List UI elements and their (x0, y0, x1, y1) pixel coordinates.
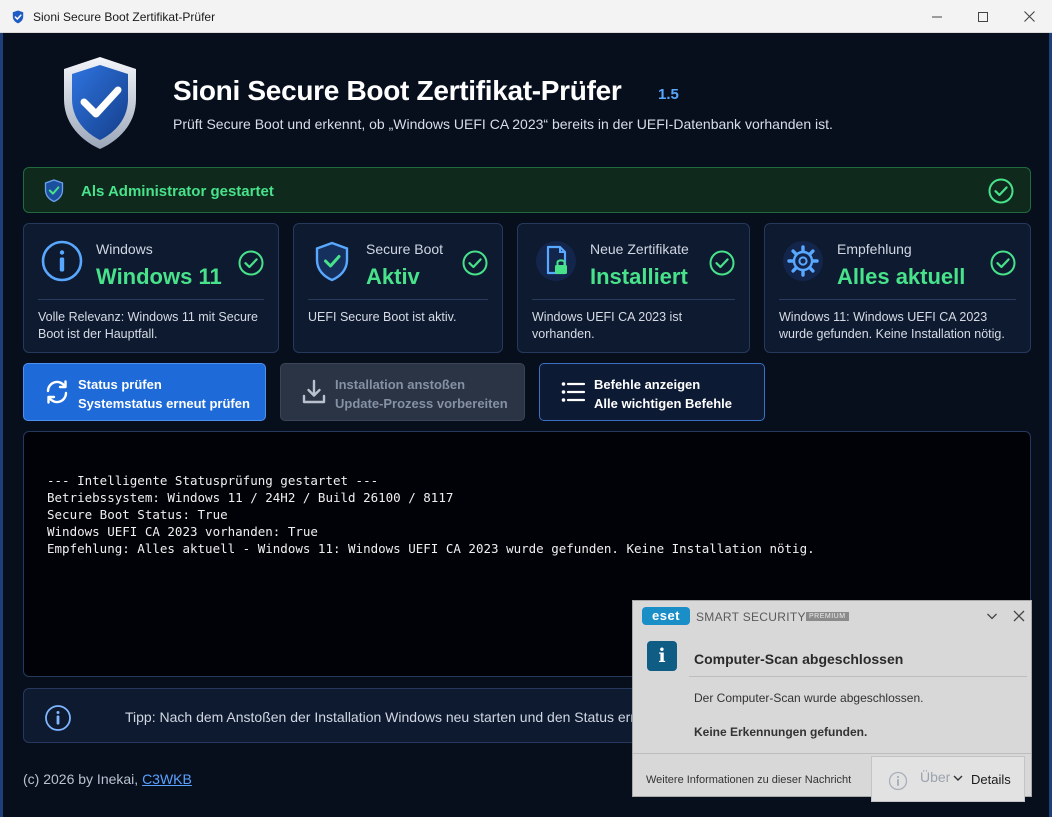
gear-icon (783, 241, 823, 281)
maximize-icon (978, 11, 988, 22)
check-circle-icon (238, 250, 264, 276)
admin-status-text: Als Administrator gestartet (81, 183, 274, 200)
admin-status-banner: Als Administrator gestartet (23, 167, 1031, 213)
footer: (c) 2026 by Inekai, C3WKB (23, 771, 192, 787)
check-circle-icon (990, 250, 1016, 276)
console-line: Empfehlung: Alles aktuell - Windows 11: … (47, 541, 815, 556)
more-info-link[interactable]: Weitere Informationen zu dieser Nachrich… (646, 774, 851, 786)
window-title: Sioni Secure Boot Zertifikat-Prüfer (33, 10, 216, 24)
download-icon (302, 379, 326, 404)
close-button[interactable] (1006, 0, 1052, 33)
card-label: Neue Zertifikate (590, 241, 689, 257)
toast-body: Der Computer-Scan wurde abgeschlossen. (694, 691, 924, 705)
card-description: UEFI Secure Boot ist aktiv. (308, 310, 457, 324)
check-circle-icon (988, 178, 1014, 204)
toast-divider (633, 753, 1031, 754)
details-button[interactable]: Über Details (871, 756, 1025, 802)
toast-result: Keine Erkennungen gefunden. (694, 725, 868, 739)
copyright-text: (c) 2026 by Inekai, (23, 771, 139, 787)
status-card-windows: Windows Windows 11 Volle Relevanz: Windo… (23, 223, 279, 353)
certificate-lock-icon (536, 241, 576, 281)
console-line: Secure Boot Status: True (47, 507, 228, 522)
info-icon (41, 240, 83, 282)
card-label: Empfehlung (837, 241, 912, 257)
console-line: Betriebssystem: Windows 11 / 24H2 / Buil… (47, 490, 454, 505)
minimize-icon (932, 16, 942, 17)
info-icon: i (647, 641, 677, 671)
button-title: Befehle anzeigen (594, 377, 701, 392)
eset-logo: eset (642, 607, 690, 625)
status-card-recommendation: Empfehlung Alles aktuell Windows 11: Win… (764, 223, 1031, 353)
console-line: Windows UEFI CA 2023 vorhanden: True (47, 524, 318, 539)
minimize-button[interactable] (914, 0, 960, 33)
page-title: Sioni Secure Boot Zertifikat-Prüfer (173, 75, 622, 106)
card-divider (308, 299, 488, 300)
button-subtitle: Systemstatus erneut prüfen (78, 396, 250, 411)
card-value: Installiert (590, 264, 688, 289)
shield-check-icon (44, 179, 64, 203)
card-description: Windows UEFI CA 2023 ist vorhanden. (532, 310, 683, 341)
show-commands-button[interactable]: Befehle anzeigen Alle wichtigen Befehle (539, 363, 765, 421)
tip-text: Tipp: Nach dem Anstoßen der Installation… (125, 709, 706, 725)
title-bar: Sioni Secure Boot Zertifikat-Prüfer (0, 0, 1052, 33)
card-label: Windows (96, 241, 153, 257)
check-circle-icon (462, 250, 488, 276)
info-icon (45, 705, 71, 731)
button-title: Status prüfen (78, 377, 162, 392)
status-card-secure-boot: Secure Boot Aktiv UEFI Secure Boot ist a… (293, 223, 503, 353)
status-card-certificates: Neue Zertifikate Installiert Windows UEF… (517, 223, 750, 353)
maximize-button[interactable] (960, 0, 1006, 33)
premium-badge: PREMIUM (806, 612, 849, 621)
shield-app-icon (12, 10, 24, 24)
start-installation-button[interactable]: Installation anstoßen Update-Prozess vor… (280, 363, 525, 421)
toast-brand: SMART SECURITY (696, 610, 806, 624)
button-subtitle: Alle wichtigen Befehle (594, 396, 732, 411)
close-icon (1023, 11, 1035, 22)
shield-icon (315, 241, 349, 282)
check-status-button[interactable]: Status prüfen Systemstatus erneut prüfen (23, 363, 266, 421)
chevron-down-icon (953, 775, 963, 781)
list-icon (561, 382, 586, 402)
card-divider (532, 299, 735, 300)
refresh-icon (46, 380, 68, 404)
info-icon (888, 771, 908, 791)
check-circle-icon (709, 250, 735, 276)
version-badge: 1.5 (658, 86, 679, 103)
card-label: Secure Boot (366, 241, 444, 257)
eset-notification[interactable]: eset SMART SECURITY PREMIUM i Computer-S… (632, 600, 1032, 802)
button-title: Installation anstoßen (335, 377, 466, 392)
card-divider (779, 299, 1016, 300)
card-divider (38, 299, 264, 300)
card-value: Windows 11 (96, 264, 222, 289)
ghost-label: Über (920, 769, 951, 785)
card-description: Volle Relevanz: Windows 11 mit Secure Bo… (38, 310, 259, 341)
card-value: Aktiv (366, 264, 420, 289)
toast-heading: Computer-Scan abgeschlossen (694, 651, 904, 667)
close-icon[interactable] (1012, 609, 1026, 623)
console-line: --- Intelligente Statusprüfung gestartet… (47, 473, 379, 488)
shield-logo-icon (64, 57, 136, 149)
page-subtitle: Prüft Secure Boot und erkennt, ob „Windo… (173, 116, 833, 132)
button-subtitle: Update-Prozess vorbereiten (335, 396, 508, 411)
chevron-down-icon[interactable] (985, 609, 999, 623)
card-description: Windows 11: Windows UEFI CA 2023 wurde g… (779, 310, 1005, 341)
toast-divider (689, 676, 1027, 677)
footer-link[interactable]: C3WKB (142, 771, 192, 787)
details-label: Details (971, 772, 1011, 787)
card-value: Alles aktuell (837, 264, 966, 289)
